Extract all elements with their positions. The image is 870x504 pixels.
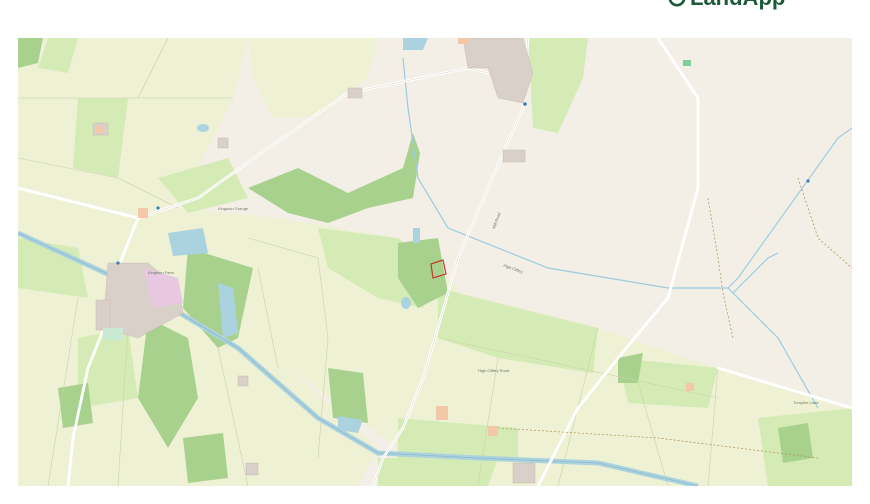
place-label: Kingston Farm <box>148 270 175 275</box>
logo-text: LandApp <box>690 0 785 11</box>
landapp-leaf-icon <box>668 0 686 7</box>
map-base <box>18 38 852 486</box>
place-label: Kingston Grange <box>218 206 249 211</box>
road-label: Turnpike Lane <box>793 400 819 405</box>
road-label: High Cliffey Road <box>478 368 510 373</box>
map-canvas[interactable]: High Cliffey Road High Cliffey Turnpike … <box>18 38 852 486</box>
brand-logo: LandApp <box>668 0 785 10</box>
